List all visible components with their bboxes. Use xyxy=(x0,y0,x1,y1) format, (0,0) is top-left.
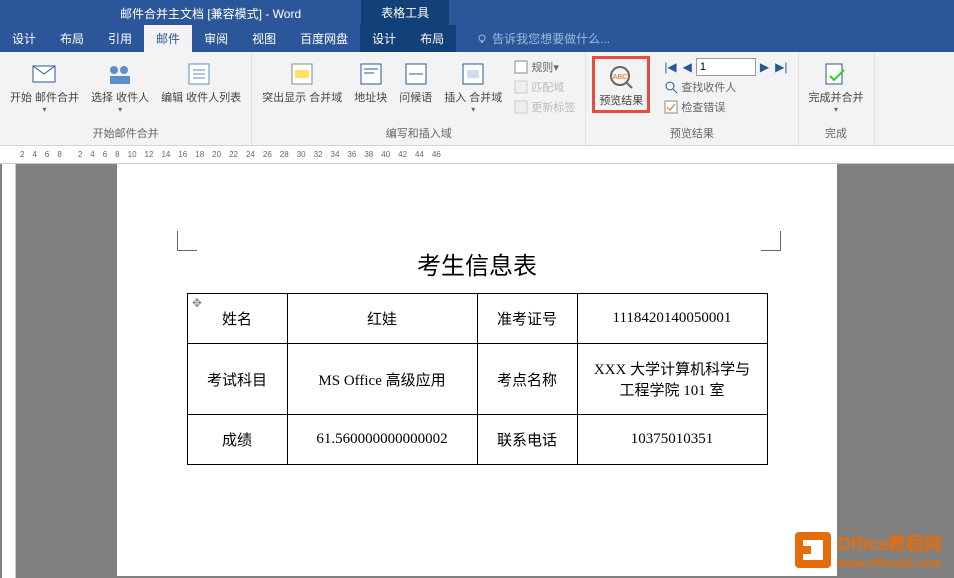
office-logo-icon xyxy=(795,532,831,568)
tab-table-design[interactable]: 设计 xyxy=(360,25,408,52)
update-icon xyxy=(514,100,528,114)
info-table[interactable]: 姓名 红娃 准考证号 1118420140050001 考试科目 MS Offi… xyxy=(187,293,768,465)
cell-location-label[interactable]: 考点名称 xyxy=(477,344,577,415)
preview-results-button[interactable]: ‹ABC› 预览结果 xyxy=(592,56,650,113)
ribbon-tabs: 设计 布局 引用 邮件 审阅 视图 百度网盘 设计 布局 告诉我您想要做什么..… xyxy=(0,26,954,52)
select-recipients-button[interactable]: 选择 收件人 ▾ xyxy=(87,56,153,116)
title-bar: 邮件合并主文档 [兼容模式] - Word 表格工具 xyxy=(0,0,954,26)
tab-review[interactable]: 审阅 xyxy=(192,25,240,52)
find-recipient-button[interactable]: 查找收件人 xyxy=(662,78,789,96)
ribbon: 开始 邮件合并 ▾ 选择 收件人 ▾ 编辑 收件人列表 开始邮件合并 突出显示 … xyxy=(0,52,954,146)
table-row[interactable]: 姓名 红娃 准考证号 1118420140050001 xyxy=(187,294,767,344)
insert-merge-field-button[interactable]: 插入 合并域 ▾ xyxy=(440,56,506,116)
tab-baidu[interactable]: 百度网盘 xyxy=(288,25,360,52)
prev-record-button[interactable]: ◀ xyxy=(681,60,694,74)
crop-mark-icon xyxy=(761,231,781,251)
record-number-input[interactable] xyxy=(696,58,756,76)
crop-mark-icon xyxy=(177,231,197,251)
svg-text:‹ABC›: ‹ABC› xyxy=(611,74,631,81)
tab-references[interactable]: 引用 xyxy=(96,25,144,52)
finish-merge-button[interactable]: 完成并合并 ▾ xyxy=(805,56,868,116)
first-record-button[interactable]: |◀ xyxy=(662,60,678,74)
highlight-icon xyxy=(290,62,314,86)
rules-icon xyxy=(514,60,528,74)
match-icon xyxy=(514,80,528,94)
watermark-title: Office教程网 xyxy=(837,530,942,556)
last-record-button[interactable]: ▶| xyxy=(773,60,789,74)
cell-examid-label[interactable]: 准考证号 xyxy=(477,294,577,344)
group-label-finish: 完成 xyxy=(805,125,868,141)
horizontal-ruler[interactable]: 2468246810121416182022242628303234363840… xyxy=(0,146,954,164)
envelope-icon xyxy=(31,62,59,86)
cell-subject-value[interactable]: MS Office 高级应用 xyxy=(287,344,477,415)
vertical-ruler[interactable] xyxy=(2,164,16,578)
ribbon-group-start: 开始 邮件合并 ▾ 选择 收件人 ▾ 编辑 收件人列表 开始邮件合并 xyxy=(0,52,252,145)
magnifier-icon: ‹ABC› xyxy=(607,63,635,91)
people-icon xyxy=(106,62,134,86)
address-icon xyxy=(359,62,383,86)
next-record-button[interactable]: ▶ xyxy=(758,60,771,74)
lightbulb-icon xyxy=(476,33,488,45)
cell-phone-label[interactable]: 联系电话 xyxy=(477,415,577,465)
update-labels-button: 更新标签 xyxy=(512,98,577,116)
ribbon-group-write: 突出显示 合并域 地址块 问候语 插入 合并域 ▾ 规则 ▾ 匹配域 更新标签 … xyxy=(252,52,586,145)
check-icon xyxy=(664,100,678,114)
group-label-preview: 预览结果 xyxy=(592,125,791,141)
context-tab-label: 表格工具 xyxy=(361,0,449,26)
group-label-write: 编写和插入域 xyxy=(258,125,579,141)
tell-me-search[interactable]: 告诉我您想要做什么... xyxy=(471,25,615,52)
cell-score-value[interactable]: 61.560000000000002 xyxy=(287,415,477,465)
ribbon-group-finish: 完成并合并 ▾ 完成 xyxy=(799,52,875,145)
table-row[interactable]: 成绩 61.560000000000002 联系电话 10375010351 xyxy=(187,415,767,465)
cell-name-value[interactable]: 红娃 xyxy=(287,294,477,344)
watermark-url: www.office26.com xyxy=(837,556,942,570)
cell-subject-label[interactable]: 考试科目 xyxy=(187,344,287,415)
tab-layout[interactable]: 布局 xyxy=(48,25,96,52)
rules-button[interactable]: 规则 ▾ xyxy=(512,58,577,76)
page[interactable]: 考生信息表 ✥ 姓名 红娃 准考证号 1118420140050001 考试科目… xyxy=(117,164,837,576)
document-heading[interactable]: 考生信息表 xyxy=(157,246,797,281)
finish-icon xyxy=(822,62,850,86)
cell-examid-value[interactable]: 1118420140050001 xyxy=(577,294,767,344)
greeting-line-button[interactable]: 问候语 xyxy=(395,56,436,107)
watermark: Office教程网 www.office26.com xyxy=(795,530,942,570)
ribbon-group-preview: ‹ABC› 预览结果 |◀ ◀ ▶ ▶| 查找收件人 检查错误 预览结果 xyxy=(586,52,798,145)
list-edit-icon xyxy=(187,62,215,86)
tab-view[interactable]: 视图 xyxy=(240,25,288,52)
address-block-button[interactable]: 地址块 xyxy=(350,56,391,107)
match-fields-button[interactable]: 匹配域 xyxy=(512,78,577,96)
tab-design[interactable]: 设计 xyxy=(0,25,48,52)
highlight-fields-button[interactable]: 突出显示 合并域 xyxy=(258,56,346,107)
table-row[interactable]: 考试科目 MS Office 高级应用 考点名称 XXX 大学计算机科学与工程学… xyxy=(187,344,767,415)
tab-mailings[interactable]: 邮件 xyxy=(144,25,192,52)
check-errors-button[interactable]: 检查错误 xyxy=(662,98,789,116)
cell-location-value[interactable]: XXX 大学计算机科学与工程学院 101 室 xyxy=(577,344,767,415)
greeting-icon xyxy=(404,62,428,86)
merge-field-icon xyxy=(461,62,485,86)
table-anchor-icon[interactable]: ✥ xyxy=(192,296,202,310)
edit-recipients-button[interactable]: 编辑 收件人列表 xyxy=(157,56,245,107)
cell-score-label[interactable]: 成绩 xyxy=(187,415,287,465)
record-navigation: |◀ ◀ ▶ ▶| xyxy=(662,58,789,76)
document-title: 邮件合并主文档 [兼容模式] - Word xyxy=(120,5,301,22)
cell-phone-value[interactable]: 10375010351 xyxy=(577,415,767,465)
search-icon xyxy=(664,80,678,94)
tab-table-layout[interactable]: 布局 xyxy=(408,25,456,52)
start-mail-merge-button[interactable]: 开始 邮件合并 ▾ xyxy=(6,56,83,116)
group-label-start: 开始邮件合并 xyxy=(6,125,245,141)
document-area[interactable]: 考生信息表 ✥ 姓名 红娃 准考证号 1118420140050001 考试科目… xyxy=(0,164,954,578)
